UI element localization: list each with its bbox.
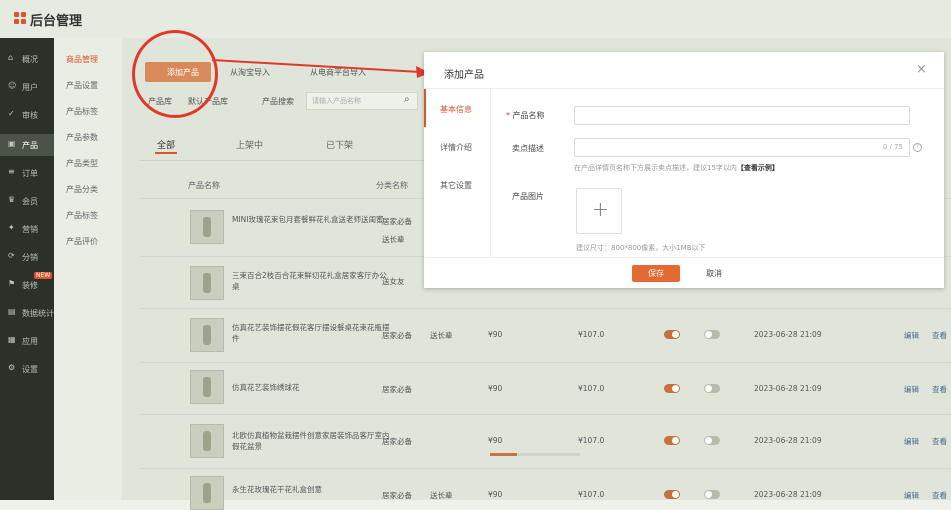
dialog-title: 添加产品	[444, 70, 484, 81]
dialog-footer-divider	[424, 257, 944, 258]
product-name-label: * 产品名称	[506, 111, 545, 120]
help-icon[interactable]: ?	[913, 143, 922, 152]
cancel-button[interactable]: 取消	[696, 265, 732, 282]
view-example-link[interactable]: 【查看示例】	[737, 164, 779, 172]
save-button[interactable]: 保存	[632, 265, 680, 282]
selling-point-hint: 在产品详情页名称下方展示卖点描述，建议15字以内【查看示例】	[574, 164, 779, 172]
image-size-hint: 建议尺寸：800*800像素，大小1MB以下	[576, 244, 706, 252]
add-product-dialog: 添加产品 × 基本信息 详情介绍 其它设置 * 产品名称 卖点描述 0 / 75…	[424, 52, 944, 288]
product-name-input[interactable]	[574, 106, 910, 125]
dialog-tab-basic[interactable]: 基本信息	[440, 104, 472, 115]
close-icon[interactable]: ×	[916, 62, 927, 77]
plus-icon: +	[592, 197, 609, 221]
image-upload-button[interactable]: +	[576, 188, 622, 234]
dialog-header-divider	[424, 88, 944, 89]
selling-point-input[interactable]: 0 / 75	[574, 138, 910, 157]
selling-point-label: 卖点描述	[512, 144, 544, 153]
active-dialog-tab-indicator	[424, 89, 426, 127]
char-count: 0 / 75	[882, 143, 903, 151]
dialog-tabs: 基本信息 详情介绍 其它设置	[424, 89, 491, 257]
dialog-tab-other[interactable]: 其它设置	[440, 180, 472, 191]
dialog-tab-details[interactable]: 详情介绍	[440, 142, 472, 153]
product-image-label: 产品图片	[512, 192, 544, 201]
